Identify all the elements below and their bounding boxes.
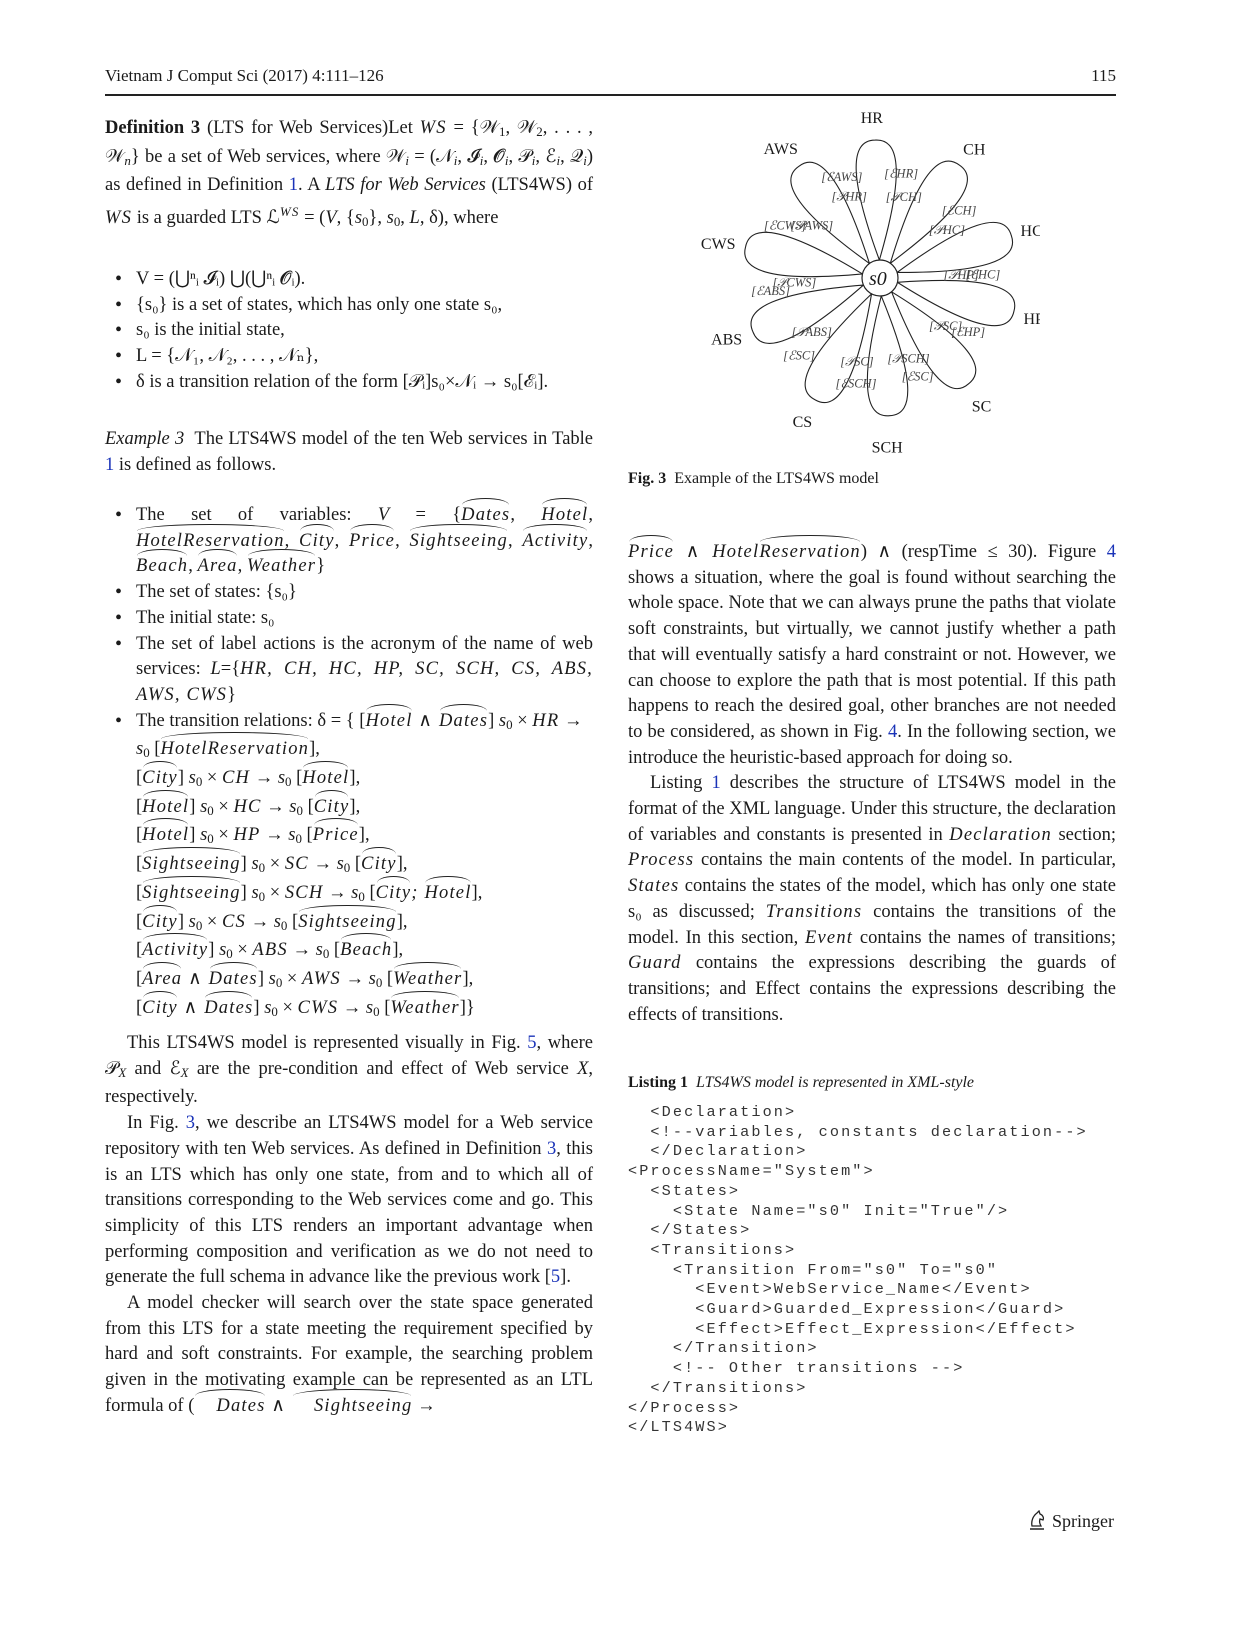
fig-3-link[interactable]: 3	[186, 1113, 195, 1133]
xml-listing: <Declaration> <!--variables, constants d…	[628, 1103, 1088, 1437]
figure-4-link[interactable]: 4	[1107, 542, 1116, 562]
precondition-cws: [𝒫CWS]	[773, 276, 817, 290]
citation-5-link[interactable]: 5	[551, 1267, 560, 1287]
list-item-labels: The set of label actions is the acronym …	[105, 632, 593, 709]
precondition-cs: [𝒫SC]	[840, 355, 873, 369]
precondition-ch: [𝒫CH]	[886, 190, 922, 204]
transition-relation: [Hotel] s0 × HC → s0 [City],	[136, 789, 593, 824]
lts4ws-diagram: s0 HR[𝒫HR][ℰHR]CH[𝒫CH][ℰCH]HC[𝒫HC][ℰHC]H…	[701, 110, 1040, 457]
precondition-aws: [𝒫AWS]	[791, 218, 834, 232]
listing-caption: Listing 1 LTS4WS model is represented in…	[628, 1074, 975, 1091]
precondition-sch: [𝒫SCH]	[887, 351, 929, 365]
service-name-hr: HR	[861, 110, 884, 127]
service-name-sc: SC	[972, 398, 992, 415]
definition-3-link[interactable]: 3	[547, 1139, 556, 1159]
precondition-hc: [𝒫HC]	[929, 223, 965, 237]
definition-bullets: V = (⋃ⁿᵢ 𝓘ᵢ) ⋃(⋃ⁿᵢ 𝓞ᵢ). {s₀} is a set of…	[105, 267, 593, 396]
running-header: Vietnam J Comput Sci (2017) 4:111–126	[105, 66, 384, 85]
effect-aws: [ℰAWS]	[821, 170, 862, 184]
list-item: δ is a transition relation of the form […	[105, 370, 593, 396]
service-name-hc: HC	[1021, 223, 1040, 240]
definition-label: Definition 3	[105, 118, 201, 138]
precondition-sc: [𝒫SC]	[929, 319, 962, 333]
service-name-ch: CH	[963, 141, 986, 158]
service-name-aws: AWS	[764, 141, 798, 158]
transition-relations: [Hotel ∧ Dates] s0 × HR → s0 [HotelReser…	[136, 703, 593, 1025]
precondition-abs: [𝒫ABS]	[792, 325, 832, 339]
list-item: The set of states: {s₀}	[105, 580, 593, 606]
example-label: Example 3	[105, 429, 185, 449]
variable: Weather	[247, 549, 316, 580]
service-name-hp: HP	[1023, 311, 1040, 328]
variable: Beach	[136, 549, 188, 580]
definition-1-link[interactable]: 1	[289, 175, 298, 195]
list-item: s₀ is the initial state,	[105, 318, 593, 344]
page-number: 115	[1091, 66, 1116, 85]
precondition-hr: [𝒫HR]	[831, 190, 867, 204]
listing-1-link[interactable]: 1	[711, 773, 720, 793]
service-name-sch: SCH	[872, 440, 904, 457]
publisher-logo: Springer	[1027, 1510, 1114, 1532]
precondition-hp: [𝒫HP]	[944, 268, 980, 282]
fig-5-link[interactable]: 5	[527, 1033, 536, 1053]
body-paragraphs-left: This LTS4WS model is represented visuall…	[105, 1031, 593, 1420]
transition-relation: [Area ∧ Dates] s0 × AWS → s0 [Weather],	[136, 962, 593, 996]
variable: Sightseeing	[409, 523, 508, 555]
service-name-cws: CWS	[701, 236, 736, 253]
effect-sc: [ℰSC]	[902, 369, 934, 383]
variable: Area	[197, 549, 237, 580]
list-item: V = (⋃ⁿᵢ 𝓘ᵢ) ⋃(⋃ⁿᵢ 𝓞ᵢ).	[105, 267, 593, 293]
list-item: L = {𝒩₁, 𝒩₂, . . . , 𝒩ₙ},	[105, 344, 593, 370]
transition-loop-cws	[744, 231, 863, 278]
effect-ch: [ℰCH]	[942, 203, 977, 217]
figure-caption: Fig. 3 Example of the LTS4WS model	[628, 470, 879, 487]
example-bullets: The set of variables: V = {Dates, Hotel,…	[105, 498, 593, 1025]
header-rule	[105, 94, 1116, 96]
effect-sch: [ℰSCH]	[836, 376, 877, 390]
table-1-link[interactable]: 1	[105, 455, 114, 475]
body-paragraphs-right: Price ∧ HotelReservation) ∧ (respTime ≤ …	[628, 535, 1117, 1025]
state-s0-label: s0	[869, 268, 887, 290]
list-item: {s₀} is a set of states, which has only …	[105, 293, 593, 319]
definition-3: Definition 3 (LTS for Web Services)Let W…	[105, 118, 594, 230]
springer-horse-icon	[1030, 1510, 1045, 1530]
effect-cs: [ℰSC]	[783, 348, 815, 362]
example-3: Example 3 The LTS4WS model of the ten We…	[105, 429, 594, 475]
variable: Price	[349, 523, 395, 555]
effect-hr: [ℰHR]	[884, 167, 918, 181]
labels-list: HR, CH, HC, HP, SC, SCH, CS, ABS, AWS, C…	[136, 659, 593, 705]
variable: Activity	[522, 523, 588, 555]
service-name-abs: ABS	[711, 331, 742, 348]
transition-relation: [Activity] s0 × ABS → s0 [Beach],	[136, 933, 593, 967]
list-item: The initial state: s₀	[105, 606, 593, 632]
transition-relation: [City ∧ Dates] s0 × CWS → s0 [Weather]}	[136, 990, 593, 1025]
publisher-name: Springer	[1052, 1510, 1114, 1531]
list-item-transitions: The transition relations: δ = { [Hotel ∧…	[105, 703, 593, 1025]
fig-4-link[interactable]: 4	[888, 722, 897, 742]
transition-relation: [City] s0 × CH → s0 [Hotel],	[136, 761, 593, 795]
list-item-variables: The set of variables: V = {Dates, Hotel,…	[105, 498, 593, 580]
service-name-cs: CS	[793, 414, 813, 431]
